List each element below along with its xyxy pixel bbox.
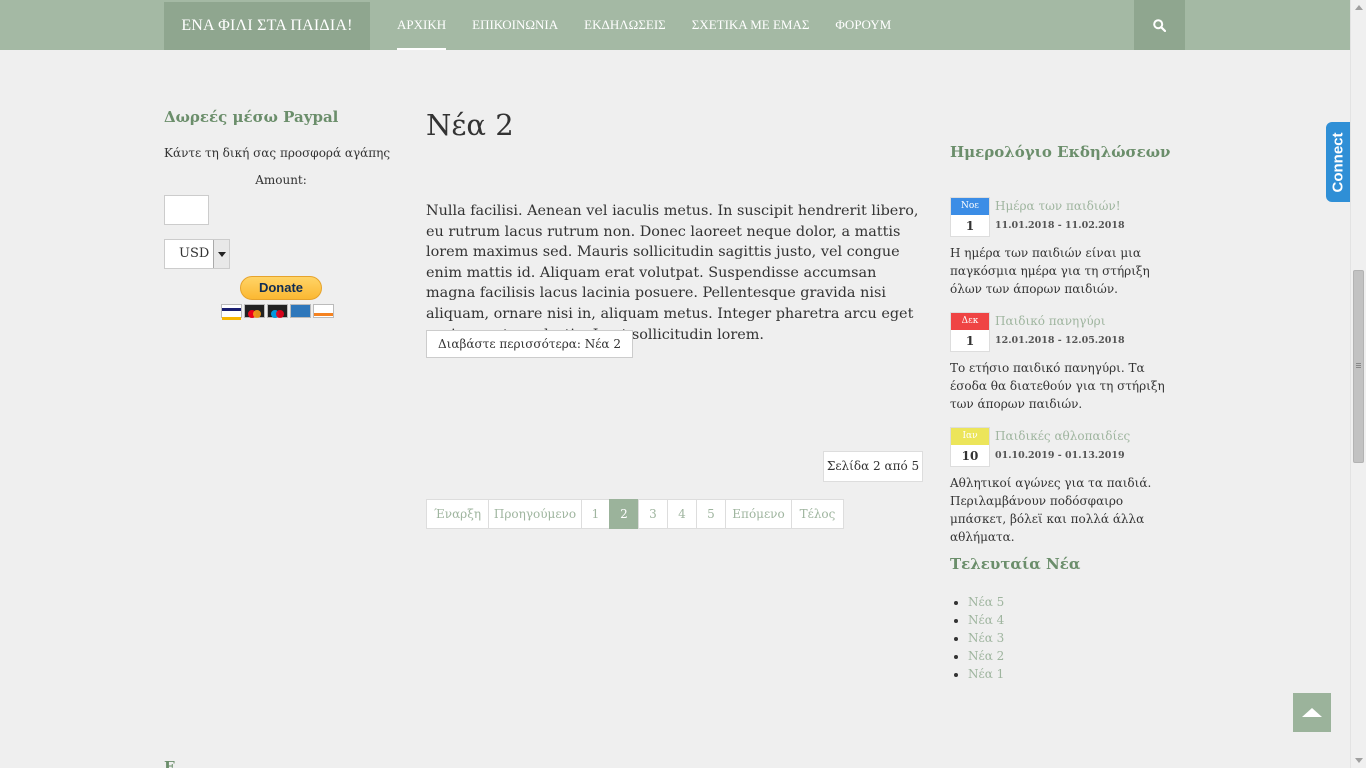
nav-item-forum[interactable]: ΦΟΡΟΥΜ: [822, 0, 904, 50]
discover-icon: [313, 304, 334, 318]
news-link[interactable]: Νέα 4: [968, 611, 1004, 629]
maestro-icon: [267, 304, 288, 318]
event-day: 1: [965, 334, 975, 348]
nav-item-home[interactable]: ΑΡΧΙΚΗ: [384, 0, 459, 50]
page-prev[interactable]: Προηγούμενο: [488, 499, 582, 529]
event-description: Αθλητικοί αγώνες για τα παιδιά. Περιλαμβ…: [950, 476, 1152, 544]
page-1[interactable]: 1: [581, 499, 610, 529]
currency-select[interactable]: USD: [164, 239, 230, 269]
top-navbar: ΕΝΑ ΦΙΛΙ ΣΤΑ ΠΑΙΔΙΑ! ΑΡΧΙΚΗ ΕΠΙΚΟΙΝΩΝΙΑ …: [0, 0, 1350, 50]
amount-label: Amount:: [255, 173, 307, 187]
page-2[interactable]: 2: [609, 499, 639, 529]
scroll-thumb[interactable]: [1353, 270, 1364, 463]
site-brand[interactable]: ΕΝΑ ΦΙΛΙ ΣΤΑ ΠΑΙΔΙΑ!: [164, 2, 370, 50]
nav-item-events[interactable]: ΕΚΔΗΛΩΣΕΙΣ: [571, 0, 679, 50]
amex-icon: [290, 304, 311, 318]
nav-item-about[interactable]: ΣΧΕΤΙΚΑ ΜΕ ΕΜΑΣ: [679, 0, 823, 50]
chevron-down-icon: [213, 240, 229, 268]
news-link[interactable]: Νέα 1: [968, 665, 1004, 683]
latest-news-title: Τελευταία Νέα: [950, 555, 1081, 573]
pagination: Έναρξη Προηγούμενο 1 2 3 4 5 Επόμενο Τέλ…: [426, 499, 844, 529]
search-icon: [1153, 18, 1166, 32]
event-dates: 11.01.2018 - 11.02.2018: [995, 220, 1125, 231]
event-title[interactable]: Ημέρα των παιδιών!: [995, 199, 1121, 213]
event-day: 1: [965, 219, 975, 233]
amount-input[interactable]: [164, 195, 209, 225]
latest-news-list: Νέα 5 Νέα 4 Νέα 3 Νέα 2 Νέα 1: [968, 593, 1004, 683]
events-sidebar: Ημερολόγιο Εκδηλώσεων Νοε 1 Ημέρα των πα…: [950, 143, 1182, 681]
news-link[interactable]: Νέα 5: [968, 593, 1004, 611]
article-body: Nulla facilisi. Aenean vel iaculis metus…: [426, 203, 919, 343]
news-link[interactable]: Νέα 2: [968, 647, 1004, 665]
page-5[interactable]: 5: [696, 499, 726, 529]
page-4[interactable]: 4: [667, 499, 697, 529]
event-title[interactable]: Παιδικές αθλοπαιδίες: [995, 429, 1130, 443]
main-nav: ΑΡΧΙΚΗ ΕΠΙΚΟΙΝΩΝΙΑ ΕΚΔΗΛΩΣΕΙΣ ΣΧΕΤΙΚΑ ΜΕ…: [384, 0, 904, 50]
payment-cards: [221, 304, 334, 320]
paypal-title: Δωρεές μέσω Paypal: [164, 108, 339, 126]
paypal-widget: Δωρεές μέσω Paypal Κάντε τη δική σας προ…: [164, 108, 400, 320]
event-month: Νοε: [951, 198, 989, 215]
page-first[interactable]: Έναρξη: [426, 499, 489, 529]
events-title: Ημερολόγιο Εκδηλώσεων: [950, 143, 1171, 161]
event-description: Το ετήσιο παιδικό πανηγύρι. Τα έσοδα θα …: [950, 361, 1165, 411]
read-more-button[interactable]: Διαβάστε περισσότερα: Νέα 2: [426, 330, 633, 358]
scroll-up-icon[interactable]: [1355, 5, 1363, 10]
event-dates: 12.01.2018 - 12.05.2018: [995, 335, 1125, 346]
paypal-text: Κάντε τη δική σας προσφορά αγάπης: [164, 146, 391, 160]
back-to-top-button[interactable]: [1293, 693, 1331, 732]
scroll-down-icon[interactable]: [1355, 758, 1363, 763]
page-3[interactable]: 3: [638, 499, 668, 529]
page-title: Νέα 2: [426, 108, 514, 142]
page-next[interactable]: Επόμενο: [725, 499, 792, 529]
connect-label: Connect: [1329, 132, 1347, 192]
page-counter: Σελίδα 2 από 5: [823, 451, 923, 482]
event-dates: 01.10.2019 - 01.13.2019: [995, 450, 1125, 461]
event-month: Δεκ: [951, 313, 989, 330]
visa-icon: [221, 304, 242, 320]
event-day: 10: [961, 449, 979, 463]
mastercard-icon: [244, 304, 265, 318]
connect-tab[interactable]: Connect: [1326, 122, 1350, 202]
page-last[interactable]: Τέλος: [791, 499, 844, 529]
nav-item-contact[interactable]: ΕΠΙΚΟΙΝΩΝΙΑ: [459, 0, 571, 50]
calendar-icon: Ιαν 10: [950, 427, 990, 467]
calendar-icon: Δεκ 1: [950, 312, 990, 352]
grip-icon: [1356, 363, 1361, 364]
page-scrollbar[interactable]: [1350, 0, 1366, 768]
main-content: Νέα 2 Nulla facilisi. Aenean vel iaculis…: [426, 108, 923, 529]
event-month: Ιαν: [951, 428, 989, 445]
event-description: Η ημέρα των παιδιών είναι μια παγκόσμια …: [950, 246, 1150, 296]
search-button[interactable]: [1134, 0, 1185, 50]
currency-value: USD: [179, 246, 210, 261]
donate-button[interactable]: Donate: [240, 276, 322, 300]
calendar-icon: Νοε 1: [950, 197, 990, 237]
footer-widget-title: Ε... ....: [164, 758, 218, 768]
event-title[interactable]: Παιδικό πανηγύρι: [995, 314, 1105, 328]
news-link[interactable]: Νέα 3: [968, 629, 1004, 647]
